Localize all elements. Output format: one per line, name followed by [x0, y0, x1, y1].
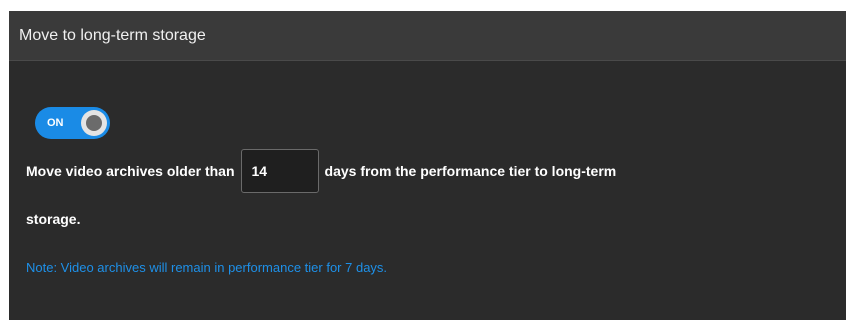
setting-text-after: days from the performance tier to long-t… [324, 163, 617, 179]
toggle-knob [81, 110, 107, 136]
long-term-storage-toggle[interactable]: ON [35, 107, 110, 139]
long-term-storage-panel: Move to long-term storage ON Move video … [9, 11, 846, 320]
toggle-state-label: ON [47, 117, 64, 129]
retention-note: Note: Video archives will remain in perf… [26, 260, 388, 275]
setting-text-wrap: storage. [26, 211, 81, 227]
archive-age-setting: Move video archives older than days from… [26, 149, 616, 193]
setting-text-before: Move video archives older than [26, 163, 235, 179]
panel-header: Move to long-term storage [9, 11, 846, 61]
days-input[interactable] [240, 149, 319, 193]
panel-title: Move to long-term storage [19, 26, 206, 44]
